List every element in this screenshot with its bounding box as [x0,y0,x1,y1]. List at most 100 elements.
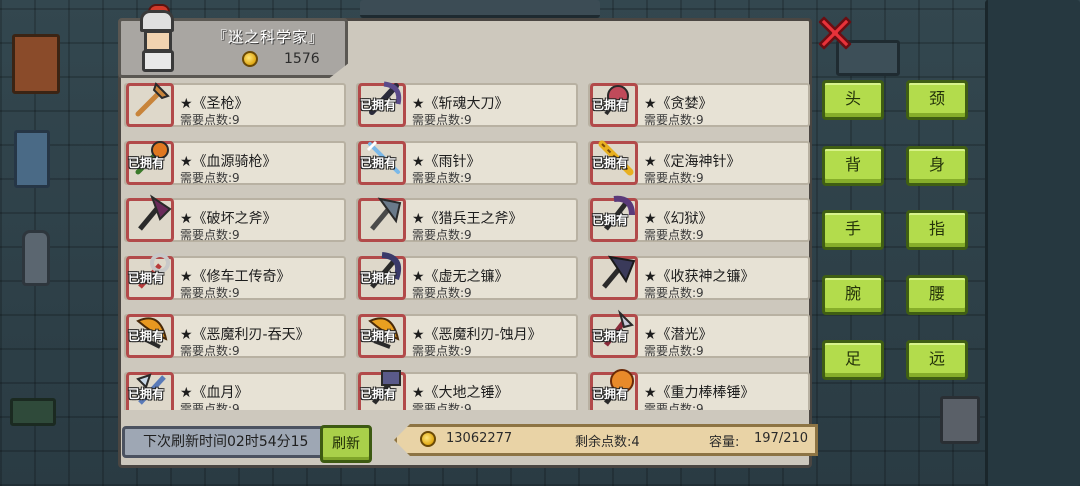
slot-button-hand[interactable]: 手 [822,210,884,250]
owned-badge: 已拥有 [360,329,397,343]
owned-badge: 已拥有 [128,329,165,343]
weapon-name: ★《幻狱》 [644,211,713,227]
weapon-item[interactable]: 已拥有 ★《修车工传奇》 需要点数:9 [124,253,346,301]
weapon-name: ★《雨针》 [412,154,481,170]
weapon-item[interactable]: 已拥有 ★《恶魔利刃-蚀月》 需要点数:9 [356,311,578,359]
harvest-scythe-icon [594,251,638,295]
weapon-name: ★《血源骑枪》 [180,154,277,170]
weapon-item[interactable]: 已拥有 ★《大地之锤》 需要点数:9 [356,369,578,410]
close-icon [818,16,852,50]
hunter-axe-icon [362,193,406,237]
weapon-name: ★《虚无之镰》 [412,269,509,285]
weapon-item[interactable]: 已拥有 ★《血源骑枪》 需要点数:9 [124,138,346,186]
background-vase [22,230,50,286]
slot-button-body[interactable]: 身 [906,146,968,186]
weapon-name: ★《大地之锤》 [412,385,509,401]
owned-badge: 已拥有 [592,387,629,401]
weapon-item[interactable]: 已拥有 ★《定海神针》 需要点数:9 [588,138,810,186]
gold-coin-icon [420,431,436,447]
destruction-axe-icon [130,193,174,237]
weapon-cost: 需要点数:9 [180,286,240,300]
weapon-item[interactable]: 已拥有 ★《雨针》 需要点数:9 [356,138,578,186]
owned-badge: 已拥有 [592,98,629,112]
weapon-cost: 需要点数:9 [180,171,240,185]
weapon-item[interactable]: 已拥有 ★《潜光》 需要点数:9 [588,309,810,359]
weapon-item[interactable]: ★《猎兵王之斧》 需要点数:9 [356,195,578,243]
weapon-cost: 需要点数:9 [180,228,240,242]
background-chair [14,130,50,188]
coin-icon [242,51,258,67]
owned-badge: 已拥有 [128,387,165,401]
weapon-name: ★《恶魔利刃-吞天》 [180,327,310,343]
slot-button-wrist[interactable]: 腕 [822,275,884,315]
weapon-name: ★《血月》 [180,385,249,401]
total-gold: 13062277 [446,431,513,446]
character-name: 『迷之科学家』 [212,28,325,46]
weapon-cost: 需要点数:9 [644,344,704,358]
owned-badge: 已拥有 [592,156,629,170]
points-remaining: 剩余点数:4 [575,435,640,450]
weapon-cost: 需要点数:9 [644,228,704,242]
slot-button-head[interactable]: 头 [822,80,884,120]
capacity-label: 容量: [709,435,740,450]
weapon-name: ★《猎兵王之斧》 [412,211,523,227]
character-avatar [134,4,186,74]
weapon-item[interactable]: 已拥有 ★《重力棒棒锤》 需要点数:9 [588,369,810,410]
weapon-item[interactable]: 已拥有 ★《血月》 需要点数:9 [124,369,346,410]
weapon-grid: ★《圣枪》 需要点数:9 已拥有 ★《斩魂大刀》 需要点数:9 已拥有 ★《贪婪》 需要点数:… [124,80,810,410]
weapon-item[interactable]: 已拥有 ★《恶魔利刃-吞天》 需要点数:9 [124,311,346,359]
background-door [360,0,600,18]
close-button[interactable] [818,16,852,50]
weapon-cost: 需要点数:9 [412,344,472,358]
owned-badge: 已拥有 [592,329,629,343]
owned-badge: 已拥有 [360,98,397,112]
slot-button-finger[interactable]: 指 [906,210,968,250]
slot-button-waist[interactable]: 腰 [906,275,968,315]
slot-button-neck[interactable]: 颈 [906,80,968,120]
owned-badge: 已拥有 [360,271,397,285]
weapon-cost: 需要点数:9 [644,286,704,300]
weapon-cost: 需要点数:9 [644,171,704,185]
weapon-cost: 需要点数:9 [644,113,704,127]
weapon-name: ★《潜光》 [644,327,713,343]
owned-badge: 已拥有 [360,156,397,170]
weapon-item[interactable]: ★《收获神之镰》 需要点数:9 [588,253,810,301]
weapon-cost: 需要点数:9 [180,344,240,358]
weapon-name: ★《破坏之斧》 [180,211,277,227]
refresh-timer: 下次刷新时间02时54分15 [122,426,326,458]
weapon-item[interactable]: 已拥有 ★《虚无之镰》 需要点数:9 [356,252,578,301]
weapon-cost: 需要点数:9 [412,402,472,410]
weapon-cost: 需要点数:9 [412,113,472,127]
background-wall [985,0,1080,486]
holy-spear-icon [130,80,174,122]
weapon-cost: 需要点数:9 [412,228,472,242]
character-gold: 1576 [284,51,320,67]
weapon-name: ★《收获神之镰》 [644,269,755,285]
owned-badge: 已拥有 [360,387,397,401]
weapon-cost: 需要点数:9 [644,402,704,410]
weapon-name: ★《定海神针》 [644,154,741,170]
weapon-cost: 需要点数:9 [180,113,240,127]
slot-button-back[interactable]: 背 [822,146,884,186]
weapon-item[interactable]: ★《破坏之斧》 需要点数:9 [124,193,346,243]
owned-badge: 已拥有 [592,213,629,227]
weapon-name: ★《修车工传奇》 [180,269,291,285]
background-machine [940,396,980,444]
refresh-button[interactable]: 刷新 [320,425,372,463]
weapon-name: ★《恶魔利刃-蚀月》 [412,327,542,343]
weapon-item[interactable]: 已拥有 ★《贪婪》 需要点数:9 [588,80,810,128]
weapon-name: ★《斩魂大刀》 [412,96,509,112]
weapon-cost: 需要点数:9 [412,286,472,300]
weapon-name: ★《圣枪》 [180,96,249,112]
weapon-item[interactable]: 已拥有 ★《幻狱》 需要点数:9 [588,195,810,243]
slot-button-foot[interactable]: 足 [822,340,884,380]
weapon-name: ★《贪婪》 [644,96,713,112]
slot-button-ranged[interactable]: 远 [906,340,968,380]
weapon-item[interactable]: 已拥有 ★《斩魂大刀》 需要点数:9 [356,80,578,128]
background-console [10,398,56,426]
owned-badge: 已拥有 [128,156,165,170]
background-shelf [12,34,60,94]
owned-badge: 已拥有 [128,271,165,285]
weapon-cost: 需要点数:9 [180,402,240,410]
weapon-item[interactable]: ★《圣枪》 需要点数:9 [124,80,346,128]
